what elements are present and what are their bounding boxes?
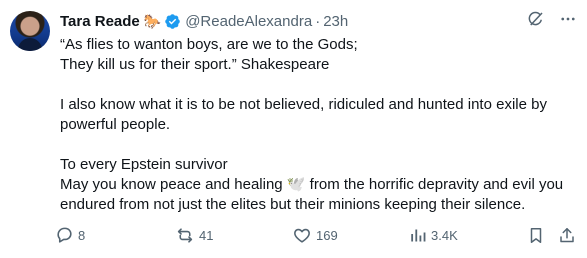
- more-icon[interactable]: [559, 10, 577, 28]
- tweet-line: To every Epstein survivor: [60, 156, 228, 173]
- repost-icon: [175, 226, 195, 245]
- tweet-line: endured from not just the elites but the…: [60, 196, 526, 213]
- share-icon: [558, 226, 576, 245]
- dove-emoji: 🕊️: [286, 176, 306, 193]
- tweet-line: May you know peace and healing 🕊️ from t…: [60, 175, 580, 195]
- horse-emoji: 🐎: [143, 12, 162, 29]
- reply-count: 8: [78, 228, 86, 243]
- views-button[interactable]: 3.4K: [409, 226, 458, 245]
- author-name[interactable]: Tara Reade: [60, 13, 140, 30]
- action-bar: 8 41 169 3.4K: [55, 226, 580, 248]
- timestamp[interactable]: 23h: [323, 13, 348, 30]
- repost-button[interactable]: 41: [175, 226, 213, 245]
- tweet-text: “As flies to wanton boys, are we to the …: [60, 35, 580, 215]
- share-button[interactable]: [558, 226, 576, 245]
- tweet-line-part: May you know peace and healing: [60, 176, 287, 193]
- like-button[interactable]: 169: [292, 226, 338, 245]
- author-handle[interactable]: @ReadeAlexandra: [185, 13, 312, 30]
- bookmark-button[interactable]: [527, 226, 545, 245]
- separator-dot: ·: [315, 12, 321, 30]
- bookmark-icon: [527, 226, 545, 245]
- reply-button[interactable]: 8: [55, 226, 85, 245]
- tweet-line: “As flies to wanton boys, are we to the …: [60, 36, 358, 53]
- tweet-line-part: from the horrific depravity and evil you: [305, 176, 564, 193]
- tweet-line: They kill us for their sport.” Shakespea…: [60, 56, 330, 73]
- views-count: 3.4K: [431, 228, 458, 243]
- like-count: 169: [316, 228, 338, 243]
- views-icon: [409, 226, 427, 245]
- repost-count: 41: [199, 228, 214, 243]
- avatar[interactable]: [10, 11, 50, 51]
- verified-badge-icon: [164, 13, 181, 30]
- tweet-line: I also know what it is to be not believe…: [60, 96, 547, 113]
- grok-icon[interactable]: [527, 10, 545, 28]
- reply-icon: [55, 226, 74, 245]
- like-icon: [292, 226, 312, 245]
- tweet-line: powerful people.: [60, 116, 171, 133]
- avatar-shirt: [18, 38, 42, 51]
- tweet-header: Tara Reade 🐎 @ReadeAlexandra · 23h: [60, 10, 348, 32]
